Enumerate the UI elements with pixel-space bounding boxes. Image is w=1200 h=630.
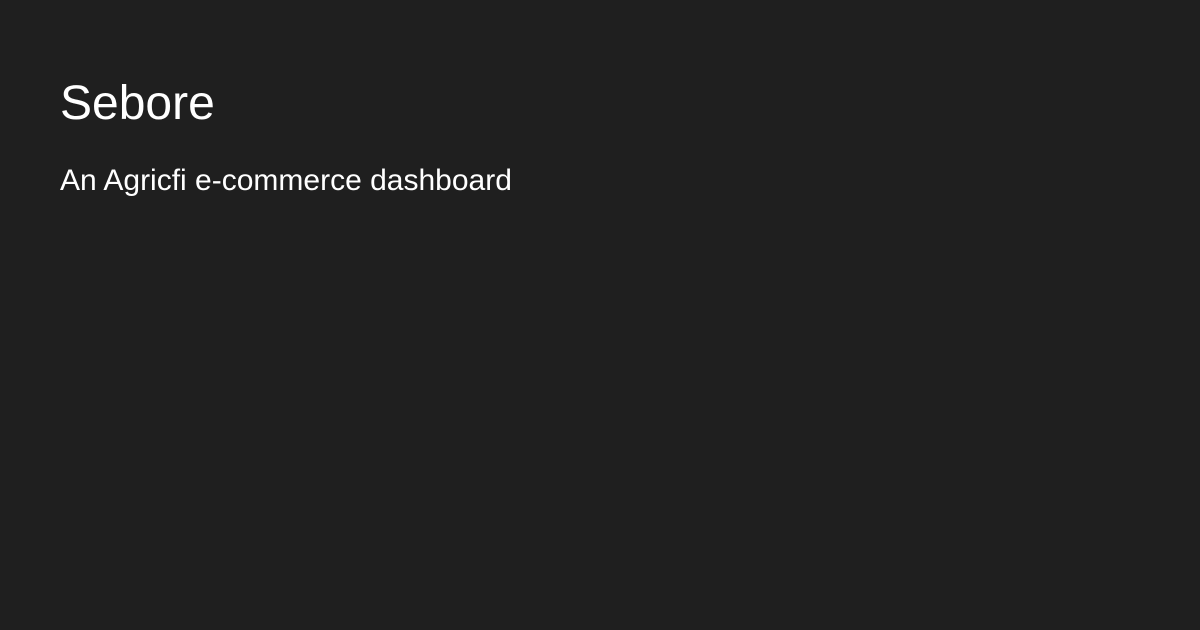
page-description: An Agricfi e-commerce dashboard: [60, 164, 512, 197]
social-preview-card: Sebore An Agricfi e-commerce dashboard: [0, 0, 1200, 630]
page-title: Sebore: [60, 77, 215, 130]
